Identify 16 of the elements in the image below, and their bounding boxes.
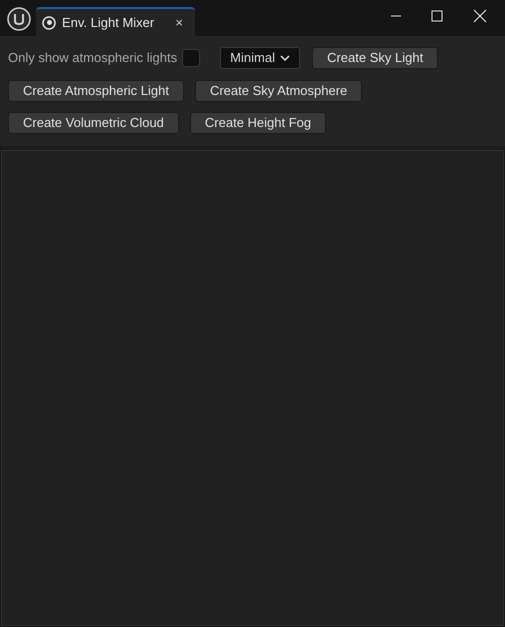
light-mixer-icon <box>42 16 56 30</box>
window-tab[interactable]: Env. Light Mixer × <box>36 7 195 36</box>
view-mode-dropdown[interactable]: Minimal <box>220 47 300 69</box>
atmospheric-checkbox[interactable] <box>182 49 200 67</box>
create-button[interactable]: Create Height Fog <box>190 112 326 134</box>
checkbox-label: Only show atmospheric lights <box>8 49 178 68</box>
maximize-icon[interactable] <box>431 10 443 22</box>
logo-icon <box>7 7 31 31</box>
create-button[interactable]: Create Atmospheric Light <box>8 80 184 102</box>
create-button[interactable]: Create Volumetric Cloud <box>8 112 179 134</box>
tab-close-button[interactable]: × <box>175 12 183 32</box>
create-button[interactable]: Create Sky Light <box>312 46 438 69</box>
tab-title: Env. Light Mixer <box>62 14 154 32</box>
close-icon[interactable] <box>473 9 487 23</box>
create-button[interactable]: Create Sky Atmosphere <box>194 80 362 102</box>
chevron-down-icon <box>280 55 290 61</box>
